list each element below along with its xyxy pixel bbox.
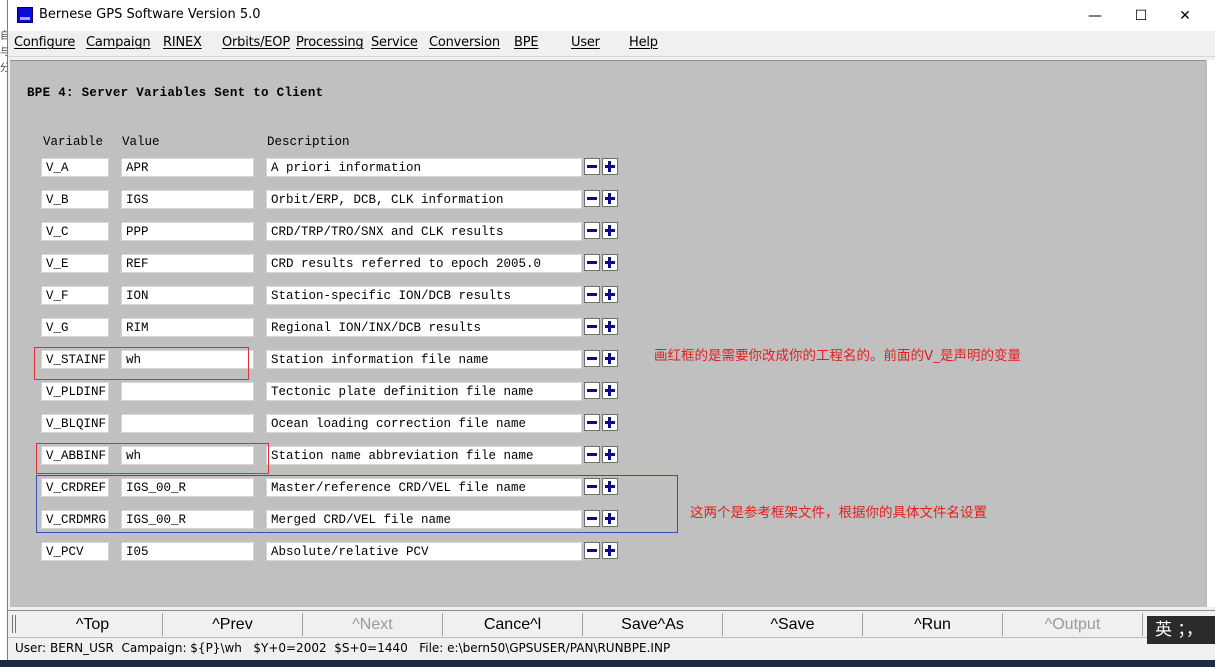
- plus-icon[interactable]: [602, 254, 618, 271]
- minus-icon[interactable]: [584, 286, 600, 303]
- app-icon: [17, 7, 33, 23]
- panel-edge-strip: [1206, 60, 1215, 607]
- column-header-description: Description: [267, 135, 350, 149]
- button-prev[interactable]: ^Prev: [163, 613, 303, 636]
- close-button[interactable]: ✕: [1162, 0, 1208, 31]
- menu-conversion[interactable]: Conversion: [429, 35, 500, 50]
- ime-indicator[interactable]: 英 ；，: [1147, 616, 1215, 644]
- description-v-b: Orbit/ERP, DCB, CLK information: [266, 190, 582, 209]
- menu-service[interactable]: Service: [371, 35, 418, 50]
- plus-icon[interactable]: [602, 446, 618, 463]
- minus-icon[interactable]: [584, 542, 600, 559]
- title-bar: Bernese GPS Software Version 5.0 — ☐ ✕: [8, 0, 1215, 31]
- bernese-window: Bernese GPS Software Version 5.0 — ☐ ✕ C…: [7, 0, 1215, 667]
- value-field-v-b[interactable]: IGS: [121, 190, 254, 209]
- plus-icon[interactable]: [602, 382, 618, 399]
- description-v-f: Station-specific ION/DCB results: [266, 286, 582, 305]
- button-next[interactable]: ^Next: [303, 613, 443, 636]
- menu-help[interactable]: Help: [629, 35, 658, 50]
- blue-highlight-reference-files: [36, 475, 678, 533]
- status-bar: User: BERN_USR Campaign: ${P}\wh $Y+0=20…: [8, 637, 1215, 659]
- minus-icon[interactable]: [584, 254, 600, 271]
- column-header-value: Value: [122, 135, 160, 149]
- menu-user[interactable]: User: [571, 35, 600, 50]
- button-output[interactable]: ^Output: [1003, 613, 1143, 636]
- variable-name-v-a: V_A: [41, 158, 109, 177]
- plus-icon[interactable]: [602, 190, 618, 207]
- red-highlight-abbinf: [36, 443, 269, 474]
- minus-icon[interactable]: [584, 446, 600, 463]
- background-window-sliver: 自与分: [0, 28, 10, 98]
- description-v-stainf: Station information file name: [266, 350, 582, 369]
- button-cancel[interactable]: Cance^l: [443, 613, 583, 636]
- value-field-v-blqinf[interactable]: [121, 414, 254, 433]
- description-v-g: Regional ION/INX/DCB results: [266, 318, 582, 337]
- button-bar: ^Top ^Prev ^Next Cance^l Save^As ^Save ^Run ^Ou…: [8, 610, 1215, 636]
- input-panel: BPE 4: Server Variables Sent to Client V…: [10, 60, 1206, 607]
- menu-configure[interactable]: Configure: [14, 35, 75, 50]
- variable-name-v-b: V_B: [41, 190, 109, 209]
- variable-name-v-pcv: V_PCV: [41, 542, 109, 561]
- value-field-v-g[interactable]: RIM: [121, 318, 254, 337]
- red-highlight-stainf: [34, 347, 249, 380]
- variable-name-v-g: V_G: [41, 318, 109, 337]
- column-header-variable: Variable: [43, 135, 104, 149]
- minus-icon[interactable]: [584, 350, 600, 367]
- menu-rinex[interactable]: RINEX: [163, 35, 202, 50]
- red-annotation-note: 画红框的是需要你改成你的工程名的。前面的V_是声明的变量: [654, 348, 1021, 364]
- variable-name-v-pldinf: V_PLDINF: [41, 382, 109, 401]
- variable-name-v-e: V_E: [41, 254, 109, 273]
- value-field-v-pcv[interactable]: I05: [121, 542, 254, 561]
- minus-icon[interactable]: [584, 190, 600, 207]
- minimize-button[interactable]: —: [1072, 0, 1118, 31]
- plus-icon[interactable]: [602, 542, 618, 559]
- value-field-v-a[interactable]: APR: [121, 158, 254, 177]
- panel-heading: BPE 4: Server Variables Sent to Client: [27, 86, 324, 100]
- menu-bar: Configure Campaign RINEX Orbits/EOP Proc…: [8, 31, 1215, 57]
- description-v-e: CRD results referred to epoch 2005.0: [266, 254, 582, 273]
- plus-icon[interactable]: [602, 286, 618, 303]
- plus-icon[interactable]: [602, 414, 618, 431]
- description-v-abbinf: Station name abbreviation file name: [266, 446, 582, 465]
- menu-orbits-eop[interactable]: Orbits/EOP: [222, 35, 290, 50]
- description-v-pldinf: Tectonic plate definition file name: [266, 382, 582, 401]
- menu-bpe[interactable]: BPE: [514, 35, 539, 50]
- button-save[interactable]: ^Save: [723, 613, 863, 636]
- minus-icon[interactable]: [584, 222, 600, 239]
- minus-icon[interactable]: [584, 382, 600, 399]
- variable-name-v-f: V_F: [41, 286, 109, 305]
- blue-annotation-note: 这两个是参考框架文件，根据你的具体文件名设置: [690, 505, 987, 521]
- value-field-v-f[interactable]: ION: [121, 286, 254, 305]
- window-title: Bernese GPS Software Version 5.0: [39, 7, 261, 22]
- taskbar-strip: [0, 660, 1215, 667]
- plus-icon[interactable]: [602, 318, 618, 335]
- button-top[interactable]: ^Top: [23, 613, 163, 636]
- description-v-blqinf: Ocean loading correction file name: [266, 414, 582, 433]
- description-v-a: A priori information: [266, 158, 582, 177]
- maximize-button[interactable]: ☐: [1118, 0, 1164, 31]
- button-saveas[interactable]: Save^As: [583, 613, 723, 636]
- plus-icon[interactable]: [602, 158, 618, 175]
- value-field-v-c[interactable]: PPP: [121, 222, 254, 241]
- description-v-c: CRD/TRP/TRO/SNX and CLK results: [266, 222, 582, 241]
- description-v-pcv: Absolute/relative PCV: [266, 542, 582, 561]
- minus-icon[interactable]: [584, 414, 600, 431]
- minus-icon[interactable]: [584, 158, 600, 175]
- value-field-v-pldinf[interactable]: [121, 382, 254, 401]
- variable-name-v-c: V_C: [41, 222, 109, 241]
- plus-icon[interactable]: [602, 350, 618, 367]
- plus-icon[interactable]: [602, 222, 618, 239]
- variable-name-v-blqinf: V_BLQINF: [41, 414, 109, 433]
- menu-processing[interactable]: Processing: [296, 35, 364, 50]
- menu-campaign[interactable]: Campaign: [86, 35, 151, 50]
- minus-icon[interactable]: [584, 318, 600, 335]
- button-run[interactable]: ^Run: [863, 613, 1003, 636]
- button-bar-grip[interactable]: [12, 615, 16, 633]
- value-field-v-e[interactable]: REF: [121, 254, 254, 273]
